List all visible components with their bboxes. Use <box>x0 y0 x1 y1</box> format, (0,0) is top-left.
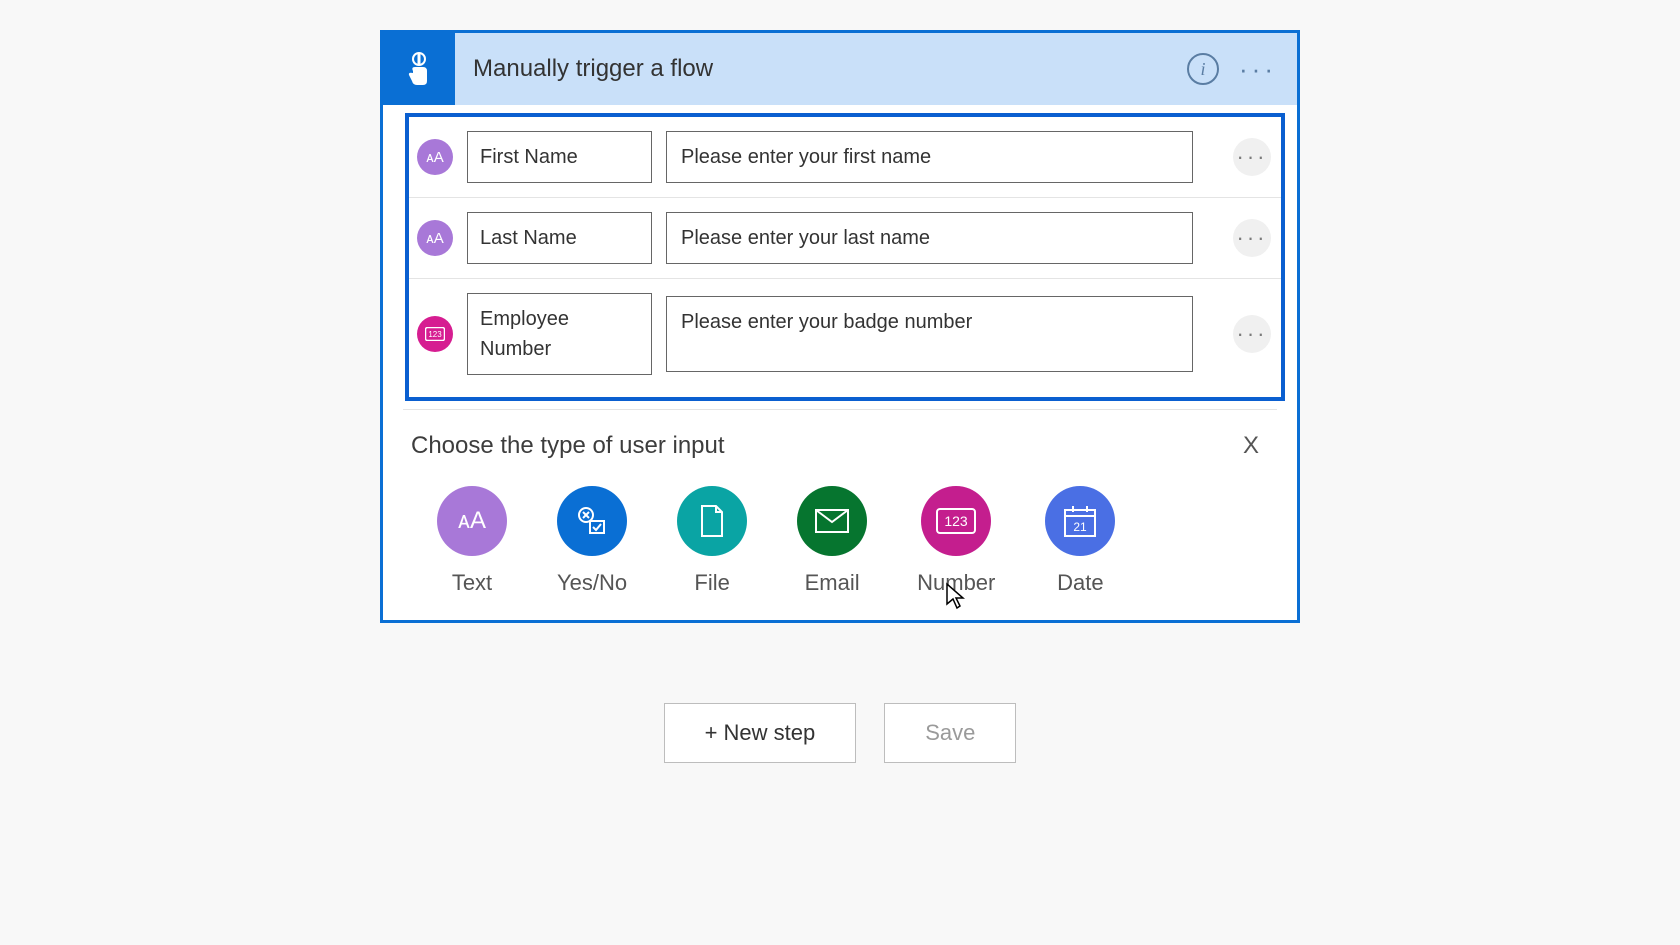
svg-text:123: 123 <box>945 513 969 529</box>
input-prompt-field[interactable]: Please enter your first name <box>666 131 1193 183</box>
input-row-menu[interactable]: ··· <box>1233 138 1271 176</box>
input-name-field[interactable]: Last Name <box>467 212 652 264</box>
input-prompt-field[interactable]: Please enter your badge number <box>666 296 1193 372</box>
text-type-icon: ᴀA <box>417 220 453 256</box>
info-icon[interactable]: i <box>1187 53 1219 85</box>
input-prompt-field[interactable]: Please enter your last name <box>666 212 1193 264</box>
input-row-menu[interactable]: ··· <box>1233 219 1271 257</box>
type-label: Email <box>805 570 860 596</box>
input-row: ᴀA First Name Please enter your first na… <box>409 117 1281 197</box>
text-type-icon: ᴀA <box>417 139 453 175</box>
type-label: Date <box>1057 570 1103 596</box>
type-label: Number <box>917 570 995 596</box>
card-menu-button[interactable]: ··· <box>1239 64 1277 74</box>
type-label: File <box>694 570 729 596</box>
input-name-field[interactable]: Employee Number <box>467 293 652 375</box>
file-icon <box>677 486 747 556</box>
type-option-file[interactable]: File <box>677 486 747 596</box>
card-title: Manually trigger a flow <box>455 55 1187 83</box>
card-header[interactable]: Manually trigger a flow i ··· <box>383 33 1297 105</box>
trigger-card: Manually trigger a flow i ··· ᴀA First N… <box>380 30 1300 623</box>
manual-trigger-icon <box>383 33 455 105</box>
type-option-email[interactable]: Email <box>797 486 867 596</box>
type-option-number[interactable]: 123 Number <box>917 486 995 596</box>
picker-title: Choose the type of user input <box>411 432 725 460</box>
footer-actions: + New step Save <box>380 703 1300 763</box>
save-button[interactable]: Save <box>884 703 1016 763</box>
inputs-region: ᴀA First Name Please enter your first na… <box>405 113 1285 401</box>
svg-text:21: 21 <box>1074 520 1088 534</box>
type-option-text[interactable]: ᴀA Text <box>437 486 507 596</box>
type-option-date[interactable]: 21 Date <box>1045 486 1115 596</box>
number-icon: 123 <box>921 486 991 556</box>
type-label: Text <box>452 570 492 596</box>
type-label: Yes/No <box>557 570 627 596</box>
input-row: ᴀA Last Name Please enter your last name… <box>409 198 1281 278</box>
new-step-button[interactable]: + New step <box>664 703 857 763</box>
input-row: 123 Employee Number Please enter your ba… <box>409 279 1281 389</box>
number-type-icon: 123 <box>417 316 453 352</box>
yesno-icon <box>557 486 627 556</box>
input-row-menu[interactable]: ··· <box>1233 315 1271 353</box>
picker-close-button[interactable]: X <box>1233 428 1269 464</box>
date-icon: 21 <box>1045 486 1115 556</box>
input-name-field[interactable]: First Name <box>467 131 652 183</box>
type-option-yesno[interactable]: Yes/No <box>557 486 627 596</box>
svg-text:123: 123 <box>428 330 442 339</box>
email-icon <box>797 486 867 556</box>
input-type-picker: Choose the type of user input X ᴀA Text … <box>383 410 1297 620</box>
text-icon: ᴀA <box>437 486 507 556</box>
